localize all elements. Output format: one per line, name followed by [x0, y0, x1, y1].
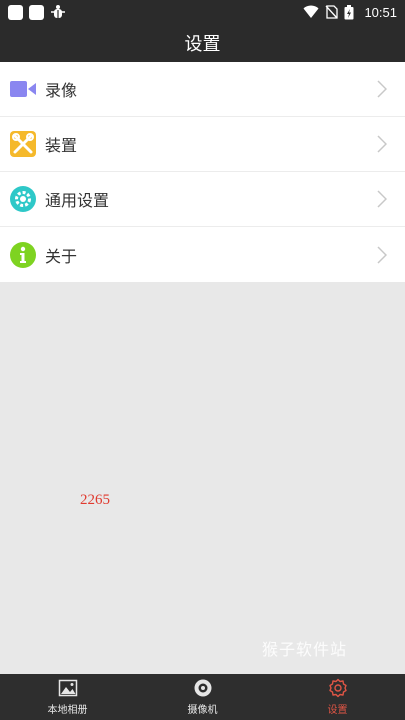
battery-charging-icon	[344, 4, 354, 19]
notification-square-icon	[8, 4, 23, 20]
tab-local-album[interactable]: 本地相册	[0, 674, 135, 720]
video-camera-icon	[9, 75, 37, 103]
notification-square-icon	[29, 4, 44, 20]
chevron-right-icon	[377, 245, 387, 264]
camera-lens-icon	[194, 679, 211, 697]
app-screen: 10:51 设置 录像 装置 通用设置 关于 2265 猴子软件站 本地相册 摄…	[0, 0, 405, 720]
app-header: 设置	[0, 24, 405, 62]
settings-gear-icon	[328, 678, 347, 698]
status-right-icons: 10:51	[303, 4, 397, 20]
watermark-text: 猴子软件站	[262, 640, 348, 659]
tab-label: 摄像机	[187, 705, 218, 716]
wifi-icon	[303, 5, 319, 18]
image-icon	[58, 679, 77, 697]
info-icon	[9, 241, 37, 269]
bottom-nav: 本地相册 摄像机 设置	[0, 674, 405, 720]
menu-item-label: 录像	[45, 81, 78, 100]
settings-menu-list: 录像 装置 通用设置 关于	[0, 62, 405, 282]
page-title: 设置	[184, 34, 221, 55]
tab-settings[interactable]: 设置	[270, 674, 405, 720]
tab-label: 本地相册	[47, 705, 88, 716]
menu-item-label: 关于	[45, 246, 78, 266]
menu-item-device[interactable]: 装置	[0, 117, 405, 172]
chevron-right-icon	[377, 190, 387, 208]
status-time: 10:51	[364, 4, 397, 20]
no-sim-icon	[325, 5, 339, 19]
overlay-number: 2265	[80, 492, 110, 508]
menu-item-general-settings[interactable]: 通用设置	[0, 172, 405, 227]
tab-camera[interactable]: 摄像机	[135, 674, 270, 720]
status-left-icons	[8, 4, 66, 20]
menu-item-label: 通用设置	[45, 191, 110, 210]
menu-item-label: 装置	[45, 136, 78, 155]
tab-label: 设置	[327, 705, 348, 716]
chevron-right-icon	[377, 135, 387, 153]
tools-icon	[9, 130, 37, 158]
menu-item-recording[interactable]: 录像	[0, 62, 405, 117]
status-bar: 10:51	[0, 0, 405, 24]
gear-icon	[9, 185, 37, 213]
bug-icon	[51, 5, 65, 18]
menu-item-about[interactable]: 关于	[0, 227, 405, 282]
chevron-right-icon	[377, 80, 387, 98]
